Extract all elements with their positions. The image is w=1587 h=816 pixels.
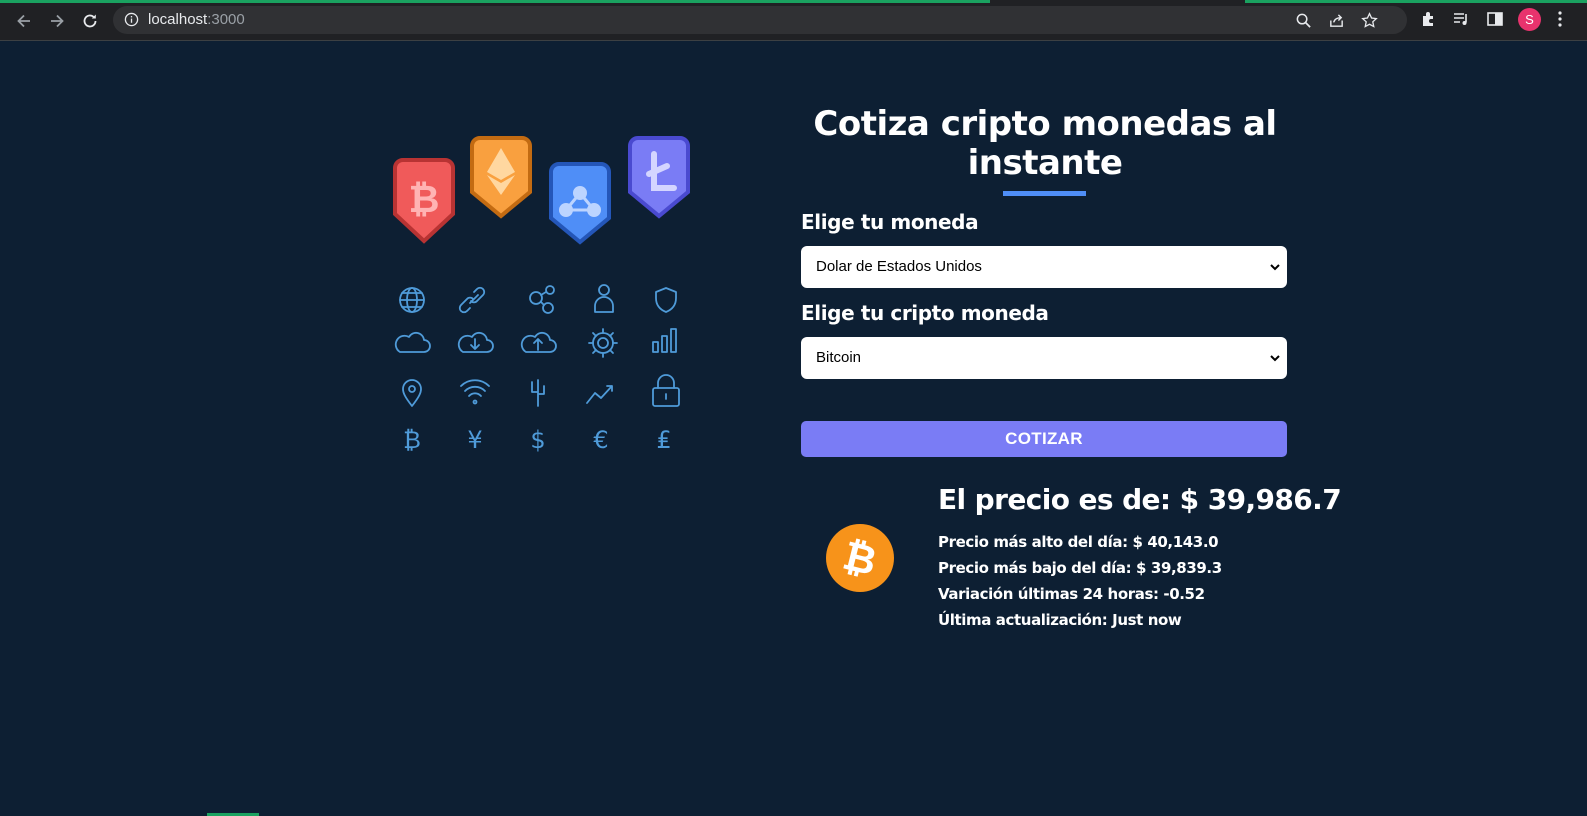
currency-select-value: Dolar de Estados Unidos bbox=[816, 258, 982, 275]
url-host: localhost bbox=[148, 11, 208, 28]
bookmark-star-icon[interactable] bbox=[1361, 12, 1378, 29]
chevron-down-icon bbox=[1270, 264, 1280, 271]
globe-icon bbox=[399, 287, 425, 313]
media-playlist-icon[interactable] bbox=[1452, 10, 1470, 28]
euro-symbol-icon: € bbox=[593, 426, 608, 454]
bar-chart-icon bbox=[652, 328, 677, 353]
page-title: Cotiza cripto monedas al instante bbox=[813, 104, 1277, 183]
location-pin-icon bbox=[402, 379, 422, 407]
cactus-icon bbox=[531, 379, 545, 407]
more-menu-icon[interactable] bbox=[1554, 10, 1566, 28]
lira-symbol-icon: ₤ bbox=[656, 426, 671, 454]
profile-avatar[interactable]: S bbox=[1518, 8, 1541, 31]
low-price: Precio más bajo del día: $ 39,839.3 bbox=[938, 559, 1222, 577]
forward-button[interactable] bbox=[44, 8, 70, 34]
url-port: :3000 bbox=[207, 11, 245, 28]
lock-icon bbox=[652, 374, 680, 407]
change-24h: Variación últimas 24 horas: -0.52 bbox=[938, 585, 1205, 603]
title-underline bbox=[1003, 191, 1086, 196]
address-bar[interactable]: localhost:3000 bbox=[113, 6, 1407, 34]
arrow-right-icon bbox=[51, 14, 64, 28]
loading-bar bbox=[0, 0, 990, 3]
svg-text:₿: ₿ bbox=[409, 177, 440, 221]
ethereum-shield-icon bbox=[470, 136, 532, 219]
extensions-icon[interactable] bbox=[1420, 10, 1438, 28]
back-button[interactable] bbox=[11, 8, 37, 34]
bitcoin-logo-icon: ₿ bbox=[826, 524, 894, 592]
currency-label: Elige tu moneda bbox=[801, 210, 979, 234]
cloud-icon bbox=[394, 331, 431, 353]
gear-icon bbox=[588, 328, 618, 358]
dollar-symbol-icon: $ bbox=[530, 426, 545, 454]
chain-link-icon bbox=[458, 286, 486, 314]
url-text: localhost:3000 bbox=[148, 11, 245, 28]
high-price: Precio más alto del día: $ 40,143.0 bbox=[938, 533, 1219, 551]
cloud-upload-icon bbox=[520, 331, 557, 353]
side-panel-icon[interactable] bbox=[1486, 10, 1504, 28]
user-icon bbox=[594, 284, 614, 313]
litecoin-shield-icon bbox=[628, 136, 690, 219]
browser-toolbar: localhost:3000 S bbox=[0, 0, 1587, 41]
reload-button[interactable] bbox=[77, 8, 103, 34]
shield-icon bbox=[655, 287, 677, 313]
crypto-select[interactable]: Bitcoin bbox=[801, 337, 1287, 379]
wifi-icon bbox=[460, 379, 490, 405]
currency-select[interactable]: Dolar de Estados Unidos bbox=[801, 246, 1287, 288]
cotizar-button[interactable]: COTIZAR bbox=[801, 421, 1287, 457]
arrow-left-icon bbox=[17, 14, 30, 28]
crypto-illustration: ₿ ₿ ¥ $ € ₤ bbox=[393, 136, 690, 454]
reload-icon bbox=[83, 14, 97, 28]
yen-symbol-icon: ¥ bbox=[467, 426, 482, 454]
last-update: Última actualización: Just now bbox=[938, 611, 1182, 629]
network-nodes-icon bbox=[529, 285, 555, 314]
trend-up-icon bbox=[586, 385, 613, 404]
chevron-down-icon bbox=[1270, 355, 1280, 362]
share-icon[interactable] bbox=[1328, 12, 1345, 29]
bitcoin-shield-icon: ₿ bbox=[393, 158, 455, 244]
crypto-label: Elige tu cripto moneda bbox=[801, 301, 1049, 325]
cloud-download-icon bbox=[457, 331, 494, 353]
zoom-icon[interactable] bbox=[1295, 12, 1312, 29]
crypto-select-value: Bitcoin bbox=[816, 349, 862, 366]
loading-bar-secondary bbox=[1245, 0, 1587, 3]
site-info-icon[interactable] bbox=[124, 12, 139, 27]
price-value: El precio es de: $ 39,986.7 bbox=[938, 483, 1342, 516]
bitcoin-symbol-icon: ₿ bbox=[403, 426, 421, 454]
ripple-shield-icon bbox=[549, 162, 611, 245]
